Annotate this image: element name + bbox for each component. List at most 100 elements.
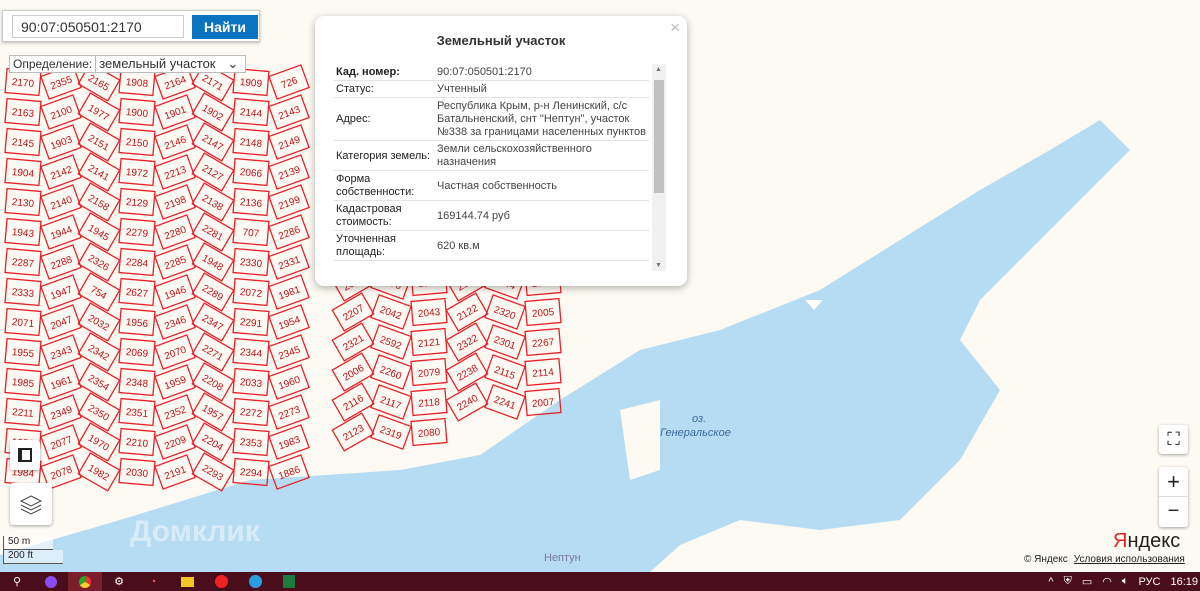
telegram-icon[interactable] bbox=[238, 572, 272, 591]
parcel[interactable]: 1903 bbox=[40, 124, 82, 160]
parcel[interactable]: 2319 bbox=[370, 414, 412, 450]
parcel[interactable]: 2127 bbox=[191, 152, 235, 192]
parcel[interactable]: 2100 bbox=[40, 94, 82, 130]
find-button[interactable]: Найти bbox=[192, 15, 258, 39]
parcel[interactable]: 2267 bbox=[524, 327, 562, 357]
parcel[interactable]: 1902 bbox=[191, 92, 235, 132]
folder-icon[interactable] bbox=[170, 572, 204, 591]
scroll-down-icon[interactable]: ▼ bbox=[655, 262, 662, 269]
parcel[interactable]: 2208 bbox=[191, 362, 235, 402]
parcel[interactable]: 2042 bbox=[370, 294, 412, 330]
parcel[interactable]: 1959 bbox=[154, 364, 196, 400]
parcel[interactable]: 2209 bbox=[154, 424, 196, 460]
zoom-in-button[interactable]: + bbox=[1159, 467, 1188, 497]
settings-icon[interactable]: ⚙ bbox=[102, 572, 136, 591]
parcel[interactable]: 2163 bbox=[4, 97, 42, 127]
ruler-button[interactable] bbox=[10, 440, 40, 470]
parcel[interactable]: 2320 bbox=[484, 294, 526, 330]
popup-scrollbar[interactable]: ▲ ▼ bbox=[652, 64, 666, 271]
parcel[interactable]: 2198 bbox=[154, 184, 196, 220]
parcel[interactable]: 2343 bbox=[40, 334, 82, 370]
parcel[interactable]: 2284 bbox=[118, 247, 156, 277]
parcel[interactable]: 2241 bbox=[484, 384, 526, 420]
parcel[interactable]: 1948 bbox=[191, 242, 235, 282]
parcel[interactable]: 2349 bbox=[40, 394, 82, 430]
parcel[interactable]: 2207 bbox=[331, 292, 375, 332]
parcel[interactable]: 2293 bbox=[191, 452, 235, 492]
parcel[interactable]: 2143 bbox=[268, 94, 310, 130]
parcel[interactable]: 2140 bbox=[40, 184, 82, 220]
parcel[interactable]: 1961 bbox=[40, 364, 82, 400]
parcel[interactable]: 1947 bbox=[40, 274, 82, 310]
parcel[interactable]: 2330 bbox=[232, 247, 270, 277]
parcel[interactable]: 2204 bbox=[191, 422, 235, 462]
clock[interactable]: 16:19 bbox=[1170, 576, 1198, 588]
parcel[interactable]: 2346 bbox=[154, 304, 196, 340]
parcel[interactable]: 1944 bbox=[40, 214, 82, 250]
security-icon[interactable]: ⛨ bbox=[1064, 575, 1072, 588]
parcel[interactable]: 1946 bbox=[154, 274, 196, 310]
parcel[interactable]: 2142 bbox=[40, 154, 82, 190]
language-indicator[interactable]: РУС bbox=[1138, 576, 1160, 588]
parcel[interactable]: 2271 bbox=[191, 332, 235, 372]
parcel[interactable]: 2080 bbox=[410, 417, 448, 447]
definition-select[interactable]: Определение: земельный участок ⌄ bbox=[9, 55, 247, 73]
parcel[interactable]: 2351 bbox=[118, 397, 156, 427]
parcel[interactable]: 2005 bbox=[524, 297, 562, 327]
parcel[interactable]: 2115 bbox=[484, 354, 526, 390]
parcel[interactable]: 2071 bbox=[4, 307, 42, 337]
parcel[interactable]: 2043 bbox=[410, 297, 448, 327]
parcel[interactable]: 1982 bbox=[77, 452, 121, 492]
layers-button[interactable] bbox=[10, 483, 52, 525]
parcel[interactable]: 2287 bbox=[4, 247, 42, 277]
parcel[interactable]: 2333 bbox=[4, 277, 42, 307]
parcel[interactable]: 2291 bbox=[232, 307, 270, 337]
app-icon[interactable]: ◔ bbox=[136, 572, 170, 591]
parcel[interactable]: 2273 bbox=[268, 394, 310, 430]
parcel[interactable]: 2072 bbox=[232, 277, 270, 307]
parcel[interactable]: 2069 bbox=[118, 337, 156, 367]
parcel[interactable]: 1945 bbox=[77, 212, 121, 252]
parcel[interactable]: 2139 bbox=[268, 154, 310, 190]
parcel[interactable]: 2352 bbox=[154, 394, 196, 430]
parcel[interactable]: 2285 bbox=[154, 244, 196, 280]
parcel[interactable]: 2033 bbox=[232, 367, 270, 397]
parcel[interactable]: 2077 bbox=[40, 424, 82, 460]
chrome-icon[interactable] bbox=[68, 572, 102, 591]
parcel[interactable]: 2238 bbox=[445, 352, 489, 392]
parcel[interactable]: 2151 bbox=[77, 122, 121, 162]
parcel[interactable]: 1985 bbox=[4, 367, 42, 397]
parcel[interactable]: 2070 bbox=[154, 334, 196, 370]
parcel[interactable]: 2272 bbox=[232, 397, 270, 427]
parcel[interactable]: 2331 bbox=[268, 244, 310, 280]
zoom-out-button[interactable]: − bbox=[1168, 497, 1180, 527]
wifi-icon[interactable]: ◠ bbox=[1102, 575, 1112, 588]
battery-icon[interactable]: ▭ bbox=[1082, 575, 1092, 588]
parcel[interactable]: 2240 bbox=[445, 382, 489, 422]
cadastral-search-input[interactable] bbox=[12, 15, 184, 38]
parcel[interactable]: 2145 bbox=[4, 127, 42, 157]
scroll-up-icon[interactable]: ▲ bbox=[655, 66, 662, 73]
parcel[interactable]: 2122 bbox=[445, 292, 489, 332]
parcel[interactable]: 2150 bbox=[118, 127, 156, 157]
parcel[interactable]: 2281 bbox=[191, 212, 235, 252]
parcel[interactable]: 2322 bbox=[445, 322, 489, 362]
parcel[interactable]: 1943 bbox=[4, 217, 42, 247]
parcel[interactable]: 1955 bbox=[4, 337, 42, 367]
parcel[interactable]: 2158 bbox=[77, 182, 121, 222]
parcel[interactable]: 2199 bbox=[268, 184, 310, 220]
parcel[interactable]: 1904 bbox=[4, 157, 42, 187]
parcel[interactable]: 1981 bbox=[268, 274, 310, 310]
parcel[interactable]: 2144 bbox=[232, 97, 270, 127]
parcel[interactable]: 2288 bbox=[40, 244, 82, 280]
parcel[interactable]: 1901 bbox=[154, 94, 196, 130]
close-icon[interactable]: × bbox=[670, 18, 680, 38]
terms-link[interactable]: Условия использования bbox=[1074, 554, 1185, 565]
parcel[interactable]: 2079 bbox=[410, 357, 448, 387]
parcel[interactable]: 1972 bbox=[118, 157, 156, 187]
parcel[interactable]: 2213 bbox=[154, 154, 196, 190]
volume-icon[interactable]: 🔈︎ bbox=[1122, 575, 1129, 588]
parcel[interactable]: 1970 bbox=[77, 422, 121, 462]
parcel[interactable]: 2347 bbox=[191, 302, 235, 342]
parcel[interactable]: 2047 bbox=[40, 304, 82, 340]
